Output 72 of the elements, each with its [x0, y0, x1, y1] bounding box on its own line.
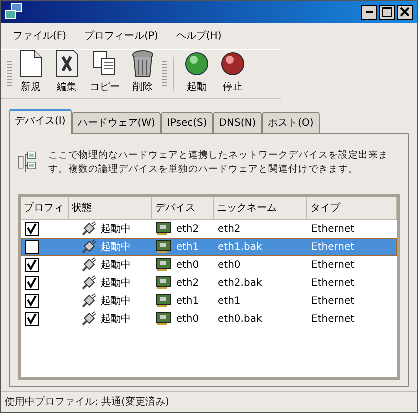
- type-text: Ethernet: [310, 242, 356, 252]
- column-header[interactable]: デバイス: [152, 197, 214, 219]
- device-text: eth1: [176, 296, 200, 306]
- status-text: 起動中: [100, 222, 131, 236]
- toolbar-button[interactable]: 削除: [126, 49, 160, 94]
- toolbar-button[interactable]: 停止: [216, 49, 250, 94]
- network-card-icon: [156, 258, 172, 272]
- type-text: Ethernet: [310, 296, 356, 306]
- maximize-button[interactable]: [379, 4, 395, 20]
- column-header[interactable]: タイプ: [307, 197, 397, 219]
- maximize-icon: [382, 7, 392, 17]
- checkbox[interactable]: [25, 258, 39, 272]
- device-row[interactable]: 起動中 eth0 eth0.bak Ethernet: [21, 310, 397, 328]
- column-header[interactable]: プロフィ: [21, 197, 69, 219]
- nickname-text: eth1: [217, 296, 242, 306]
- toolbar-button[interactable]: コピー: [86, 49, 124, 94]
- nickname-text: eth1.bak: [217, 242, 264, 252]
- network-card-icon: [156, 222, 172, 236]
- nickname-text: eth2: [217, 224, 242, 234]
- column-header[interactable]: 状態: [68, 197, 152, 219]
- type-text: Ethernet: [310, 278, 356, 288]
- close-button[interactable]: [397, 4, 413, 20]
- device-text: eth2: [176, 224, 200, 234]
- checkbox[interactable]: [25, 294, 39, 308]
- status-text: 起動中: [100, 312, 131, 326]
- tab[interactable]: デバイス(I): [9, 109, 72, 134]
- type-text: Ethernet: [310, 314, 356, 324]
- device-row[interactable]: 起動中 eth1 eth1 Ethernet: [21, 292, 397, 310]
- column-header[interactable]: ニックネーム: [214, 197, 308, 219]
- device-text: eth0: [176, 314, 200, 324]
- trash-icon: [130, 49, 156, 79]
- menu-item[interactable]: ヘルプ(H): [176, 29, 222, 43]
- checkbox[interactable]: [25, 222, 39, 236]
- status-text: 起動中: [100, 240, 131, 254]
- tab[interactable]: IPsec(S): [161, 112, 214, 133]
- device-row[interactable]: 起動中 eth0 eth0 Ethernet: [21, 256, 397, 274]
- network-icon: [5, 3, 23, 21]
- network-card-icon: [156, 240, 172, 254]
- network-card-icon: [156, 312, 172, 326]
- tab[interactable]: ハードウェア(W): [72, 112, 162, 133]
- checkbox[interactable]: [25, 276, 39, 290]
- minimize-icon: [366, 11, 372, 13]
- checkbox[interactable]: [25, 312, 39, 326]
- device-row[interactable]: 起動中 eth2 eth2.bak Ethernet: [21, 274, 397, 292]
- tab[interactable]: DNS(N): [213, 112, 262, 133]
- device-text: eth0: [176, 260, 200, 270]
- checkbox[interactable]: [25, 240, 39, 254]
- close-icon: [400, 7, 410, 17]
- status-text: 起動中: [100, 294, 131, 308]
- plug-icon: [80, 239, 97, 255]
- toolbar-button[interactable]: 起動: [180, 49, 214, 94]
- nickname-text: eth2.bak: [217, 278, 264, 288]
- type-text: Ethernet: [310, 260, 356, 270]
- nickname-text: eth0.bak: [217, 314, 264, 324]
- device-text: eth2: [176, 278, 200, 288]
- toolbar-button[interactable]: 編集: [50, 49, 84, 94]
- minimize-button[interactable]: [361, 4, 377, 20]
- network-card-icon: [156, 294, 172, 308]
- nickname-text: eth0: [217, 260, 242, 270]
- status-text: 起動中: [100, 276, 131, 290]
- type-text: Ethernet: [310, 224, 356, 234]
- plug-icon: [80, 221, 97, 237]
- network-card-icon: [156, 276, 172, 290]
- tab[interactable]: ホスト(O): [262, 112, 320, 133]
- menu-item[interactable]: プロフィール(P): [84, 29, 158, 43]
- status-text: 使用中プロファイル: 共通(変更済み): [5, 396, 170, 409]
- menu-item[interactable]: ファイル(F): [13, 29, 67, 43]
- description-text: ここで物理的なハードウェアと連携したネットワークデバイスを設定出来ます。複数の論理デバイスを単独のハードウェアと関連付けできます。: [48, 149, 390, 177]
- toolbar-button[interactable]: 新規: [14, 49, 48, 94]
- device-text: eth1: [176, 242, 200, 252]
- device-row[interactable]: 起動中 eth2 eth2 Ethernet: [21, 220, 397, 238]
- status-text: 起動中: [100, 258, 131, 272]
